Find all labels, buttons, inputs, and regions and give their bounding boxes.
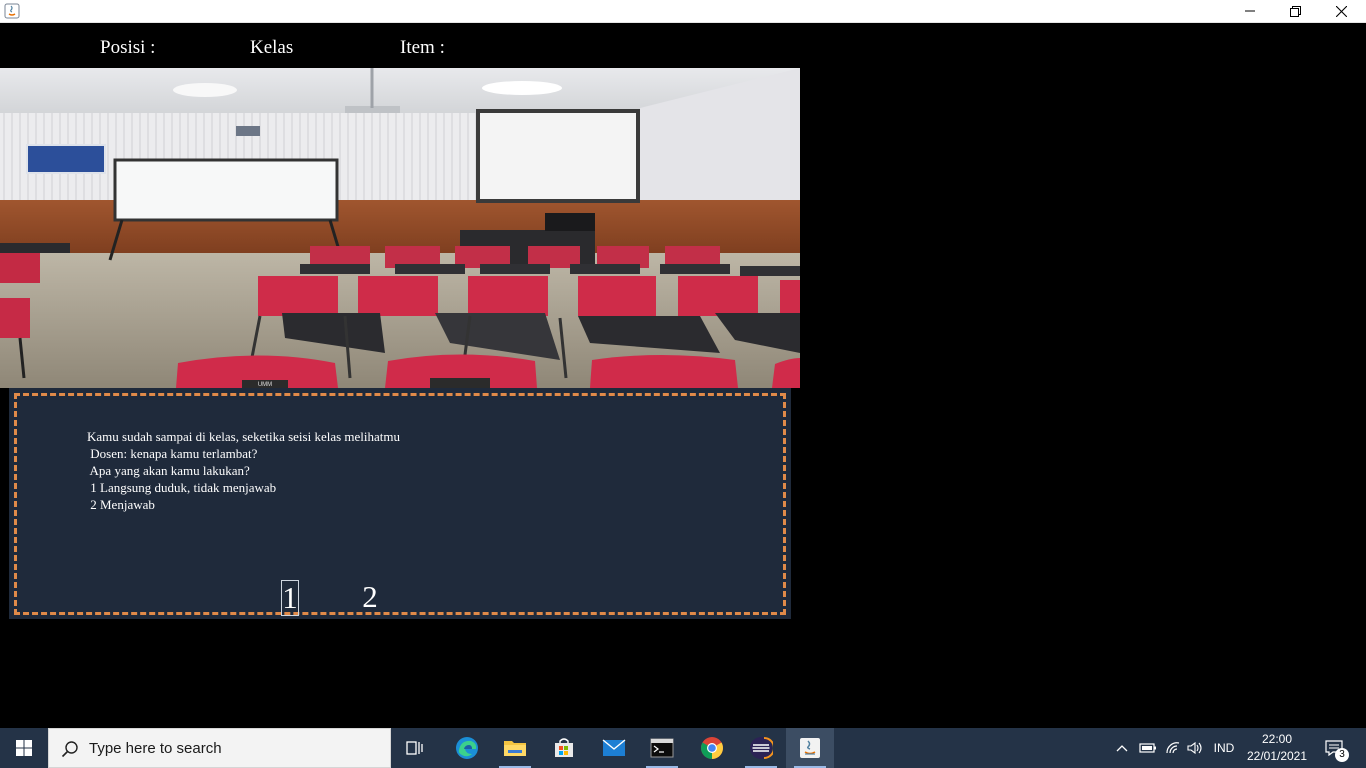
restore-button[interactable] <box>1272 0 1318 22</box>
search-icon <box>61 740 79 758</box>
taskbar-clock[interactable]: 22:00 22/01/2021 <box>1242 731 1312 765</box>
close-button[interactable] <box>1318 0 1364 22</box>
mail-icon <box>602 739 626 756</box>
volume-tray-button[interactable] <box>1184 728 1206 768</box>
restore-icon <box>1289 5 1301 17</box>
taskbar: Type here to search IND 22:00 22/01/2021… <box>0 728 1366 768</box>
notification-count-badge: 3 <box>1335 748 1349 762</box>
chrome-icon <box>701 737 723 759</box>
dialog-panel: Kamu sudah sampai di kelas, seketika sei… <box>9 388 791 619</box>
windows-logo-icon <box>16 740 32 756</box>
posisi-label: Posisi : <box>100 37 156 58</box>
minimize-button[interactable] <box>1227 0 1273 22</box>
choice-2-button[interactable]: 2 <box>359 580 381 616</box>
status-bar: Posisi : Kelas Item : <box>0 23 1366 68</box>
show-hidden-icons-button[interactable] <box>1114 728 1130 768</box>
dialog-text: Kamu sudah sampai di kelas, seketika sei… <box>87 429 401 512</box>
start-button[interactable] <box>0 728 48 768</box>
window-title-bar <box>0 0 1366 23</box>
choice-1-button[interactable]: 1 <box>281 580 299 616</box>
item-label: Item : <box>400 37 445 58</box>
battery-icon <box>1139 743 1156 753</box>
wifi-icon <box>1166 742 1180 754</box>
speaker-icon <box>1187 741 1202 755</box>
search-placeholder: Type here to search <box>89 740 222 757</box>
java-app-icon <box>4 3 20 19</box>
java-taskbar-button[interactable] <box>786 728 834 768</box>
mail-taskbar-button[interactable] <box>590 728 638 768</box>
chrome-taskbar-button[interactable] <box>688 728 736 768</box>
edge-icon <box>456 737 478 759</box>
language-indicator[interactable]: IND <box>1210 728 1238 768</box>
eclipse-taskbar-button[interactable] <box>737 728 785 768</box>
minimize-icon <box>1245 10 1255 12</box>
clock-time: 22:00 <box>1261 732 1293 746</box>
store-taskbar-button[interactable] <box>540 728 588 768</box>
terminal-taskbar-button[interactable] <box>638 728 686 768</box>
close-icon <box>1335 5 1347 17</box>
task-view-icon <box>406 741 423 755</box>
battery-tray-button[interactable] <box>1137 728 1159 768</box>
clock-date: 22/01/2021 <box>1246 749 1308 763</box>
task-view-button[interactable] <box>392 728 440 768</box>
file-explorer-taskbar-button[interactable] <box>491 728 539 768</box>
kelas-label: Kelas <box>250 37 294 58</box>
taskbar-search-box[interactable]: Type here to search <box>48 728 391 768</box>
java-icon <box>800 738 820 758</box>
classroom-scene-image: UMM <box>0 68 800 388</box>
store-icon <box>555 738 573 757</box>
eclipse-icon <box>750 737 773 759</box>
chevron-up-icon <box>1116 745 1128 752</box>
terminal-icon <box>650 738 674 758</box>
edge-taskbar-button[interactable] <box>443 728 491 768</box>
file-explorer-icon <box>504 741 526 756</box>
wifi-tray-button[interactable] <box>1162 728 1184 768</box>
